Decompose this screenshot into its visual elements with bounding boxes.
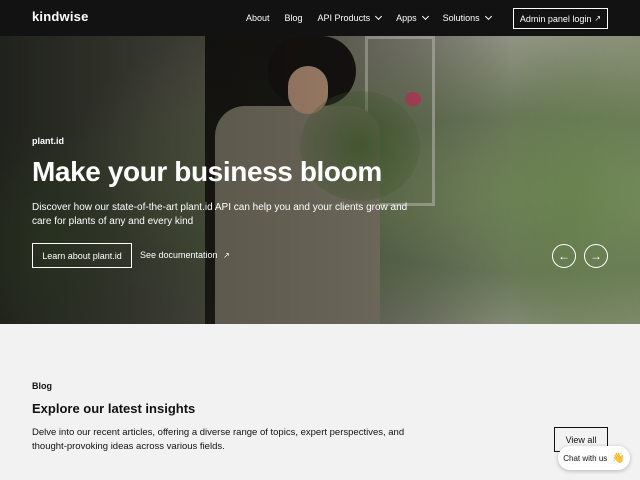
see-documentation-link[interactable]: See documentation ↗ <box>140 250 230 260</box>
hero-title: Make your business bloom <box>32 156 382 187</box>
admin-button-label: Admin panel login <box>519 13 592 24</box>
admin-panel-login-button[interactable]: Admin panel login ↗ <box>513 8 608 29</box>
chat-with-us-button[interactable]: Chat with us 👋 <box>558 446 630 470</box>
waving-hand-icon: 👋 <box>612 452 625 464</box>
arrow-right-icon: → <box>590 249 602 263</box>
hero-description: Discover how our state-of-the-art plant.… <box>32 202 408 227</box>
nav-item-solutions[interactable]: Solutions <box>442 12 492 23</box>
blog-title: Explore our latest insights <box>32 401 196 416</box>
nav-item-api-products[interactable]: API Products <box>317 12 383 23</box>
carousel-prev-button[interactable]: ← <box>552 244 576 268</box>
top-navigation-bar: kindwise About Blog API Products Apps So… <box>0 0 640 36</box>
chevron-down-icon <box>375 12 383 21</box>
hero-banner: plant.id Make your business bloom Discov… <box>0 36 640 324</box>
external-link-icon: ↗ <box>223 251 230 260</box>
learn-about-plantid-button[interactable]: Learn about plant.id <box>32 243 132 268</box>
doc-link-label: See documentation <box>140 250 218 260</box>
external-link-icon: ↗ <box>594 14 602 23</box>
hero-eyebrow: plant.id <box>32 136 64 146</box>
nav-item-apps[interactable]: Apps <box>396 12 429 23</box>
blog-eyebrow: Blog <box>32 381 52 391</box>
chevron-down-icon <box>484 12 492 21</box>
nav-label: API Products <box>317 13 371 23</box>
nav-label: Apps <box>396 13 417 23</box>
arrow-left-icon: ← <box>558 249 570 263</box>
nav-label: About <box>246 13 270 23</box>
blog-description: Delve into our recent articles, offering… <box>32 427 405 452</box>
carousel-next-button[interactable]: → <box>584 244 608 268</box>
main-nav: About Blog API Products Apps Solutions <box>246 0 506 36</box>
nav-label: Solutions <box>442 13 480 23</box>
chat-label: Chat with us <box>563 453 608 463</box>
chevron-down-icon <box>421 12 429 21</box>
nav-label: Blog <box>284 13 303 23</box>
kindwise-logo[interactable]: kindwise <box>32 9 89 24</box>
nav-item-blog[interactable]: Blog <box>285 13 303 23</box>
nav-item-about[interactable]: About <box>246 13 270 23</box>
